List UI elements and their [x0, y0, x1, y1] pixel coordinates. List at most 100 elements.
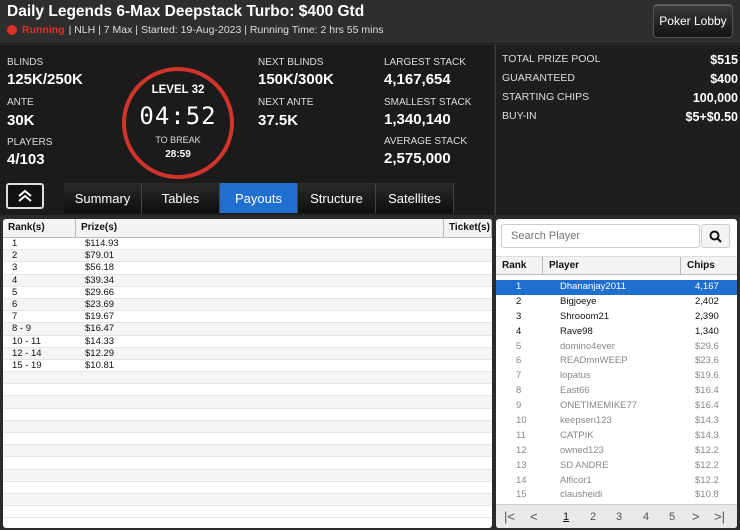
ticket-cell [444, 275, 492, 286]
largest-stack-label: Largest Stack [384, 57, 466, 68]
rank-cell [3, 494, 76, 505]
players-panel: Rank Player Chips 1 Dhananjay2011 4,167 2 Bi… [496, 219, 737, 528]
player-chips: $14.3 [695, 415, 719, 427]
page-1[interactable]: 1 [563, 511, 569, 523]
player-name: ONETIMEMIKE77 [560, 400, 638, 412]
prize-cell [76, 384, 444, 395]
player-row[interactable]: 3 Shrooom21 2,390 [496, 310, 737, 325]
ticket-column-header[interactable]: Ticket(s) [444, 219, 492, 237]
player-chips: 4,167 [695, 281, 719, 292]
player-row[interactable]: 11 CATPIK $14.3 [496, 429, 737, 444]
last-page-icon[interactable]: >| [714, 509, 725, 524]
table-row: 4 $39.34 [3, 274, 492, 287]
rank-cell: 10 - 11 [12, 335, 41, 347]
player-row[interactable]: 1 Dhananjay2011 4,167 [496, 280, 737, 295]
tab-structure[interactable]: Structure [298, 183, 376, 213]
rank-cell: 3 [12, 262, 18, 274]
player-row[interactable]: 6 READmnWEEP $23.6 [496, 354, 737, 369]
ticket-cell [444, 445, 492, 456]
table-row [3, 445, 492, 458]
player-row[interactable]: 4 Rave98 1,340 [496, 325, 737, 340]
ticket-cell [444, 299, 492, 310]
table-row [3, 506, 492, 519]
tab-satellites[interactable]: Satellites [376, 183, 454, 213]
player-row[interactable]: 9 ONETIMEMIKE77 $16.4 [496, 399, 737, 414]
table-row [3, 420, 492, 433]
player-row[interactable]: 13 SD ANDRE $12.2 [496, 459, 737, 474]
prize-column-header[interactable]: Prize(s) [76, 219, 444, 237]
rank-cell [3, 396, 76, 407]
ticket-cell [444, 348, 492, 359]
table-row: 6 $23.69 [3, 298, 492, 312]
player-chips: $29.6 [695, 340, 719, 352]
player-row[interactable]: 7 lopatus $19.6 [496, 369, 737, 384]
player-chips: $16.4 [695, 400, 719, 412]
average-stack-label: Average Stack [384, 136, 467, 147]
player-name: keepsen123 [560, 415, 612, 427]
page-5[interactable]: 5 [669, 511, 675, 523]
rank-cell: 6 [12, 298, 18, 310]
prize-value: $5+$0.50 [685, 110, 738, 124]
prize-cell: $10.81 [85, 359, 115, 371]
table-row: 8 - 9 $16.47 [3, 323, 492, 336]
prize-cell: $79.01 [85, 250, 115, 262]
ticket-cell [444, 360, 492, 371]
prev-page-icon[interactable]: < [530, 509, 538, 524]
table-row: 12 - 14 $12.29 [3, 347, 492, 360]
search-player-input[interactable] [501, 224, 700, 248]
table-row: 3 $56.18 [3, 262, 492, 275]
next-page-icon[interactable]: > [692, 509, 700, 524]
ticket-cell [444, 482, 492, 493]
player-row[interactable]: 12 owned123 $12.2 [496, 444, 737, 459]
tab-summary[interactable]: Summary [64, 183, 142, 213]
prize-cell [76, 506, 444, 517]
player-row[interactable]: 10 keepsen123 $14.3 [496, 414, 737, 429]
player-name: Shrooom21 [560, 310, 610, 322]
prize-panel: Total Prize Pool $515 Guaranteed $400 St… [495, 45, 740, 215]
player-name: Dhananjay2011 [560, 281, 626, 292]
player-name: READmnWEEP [560, 355, 628, 367]
page-3[interactable]: 3 [616, 511, 622, 523]
prize-label: Guaranteed [502, 72, 575, 84]
ticket-cell [444, 494, 492, 505]
player-rank: 7 [516, 370, 522, 382]
tournament-title: Daily Legends 6-Max Deepstack Turbo: $40… [7, 3, 365, 20]
tab-payouts[interactable]: Payouts [220, 183, 298, 213]
first-page-icon[interactable]: |< [504, 509, 515, 524]
poker-lobby-button[interactable]: Poker Lobby [653, 4, 733, 38]
search-button[interactable] [701, 224, 730, 248]
rank-cell: 8 - 9 [12, 323, 32, 335]
tab-tables[interactable]: Tables [142, 183, 220, 213]
ticket-cell [444, 336, 492, 347]
page-4[interactable]: 4 [643, 511, 649, 523]
payouts-header: Rank(s) Prize(s) Ticket(s) [3, 219, 492, 238]
prize-cell [76, 482, 444, 493]
prize-cell [76, 445, 444, 456]
player-rank: 8 [516, 385, 522, 397]
chips-column-header[interactable]: Chips [681, 257, 737, 274]
player-rank: 13 [516, 459, 527, 471]
player-column-header[interactable]: Player [543, 257, 681, 274]
player-name: clausheidi [560, 489, 603, 501]
rank-cell: 1 [12, 238, 18, 249]
ticket-cell [444, 421, 492, 432]
player-chips: $12.2 [695, 474, 719, 486]
rank-cell [3, 506, 76, 517]
player-row[interactable]: 5 domino4ever $29.6 [496, 340, 737, 355]
player-row[interactable]: 2 Bigjoeye 2,402 [496, 295, 737, 310]
ticket-cell [444, 262, 492, 273]
players-value: 4/103 [7, 151, 45, 168]
player-rank: 9 [516, 400, 522, 412]
rank-column-header[interactable]: Rank [496, 257, 543, 274]
player-row[interactable]: 15 clausheidi $10.8 [496, 488, 737, 503]
collapse-button[interactable] [6, 183, 44, 209]
prize-cell [76, 470, 444, 481]
player-row[interactable]: 8 East66 $16.4 [496, 384, 737, 399]
page-2[interactable]: 2 [590, 511, 596, 523]
smallest-stack-value: 1,340,140 [384, 111, 451, 128]
rank-column-header[interactable]: Rank(s) [3, 219, 76, 237]
player-row[interactable]: 14 Alficor1 $12.2 [496, 474, 737, 489]
player-rank: 4 [516, 325, 522, 337]
prize-cell: $19.67 [85, 311, 115, 323]
prize-cell [76, 494, 444, 505]
